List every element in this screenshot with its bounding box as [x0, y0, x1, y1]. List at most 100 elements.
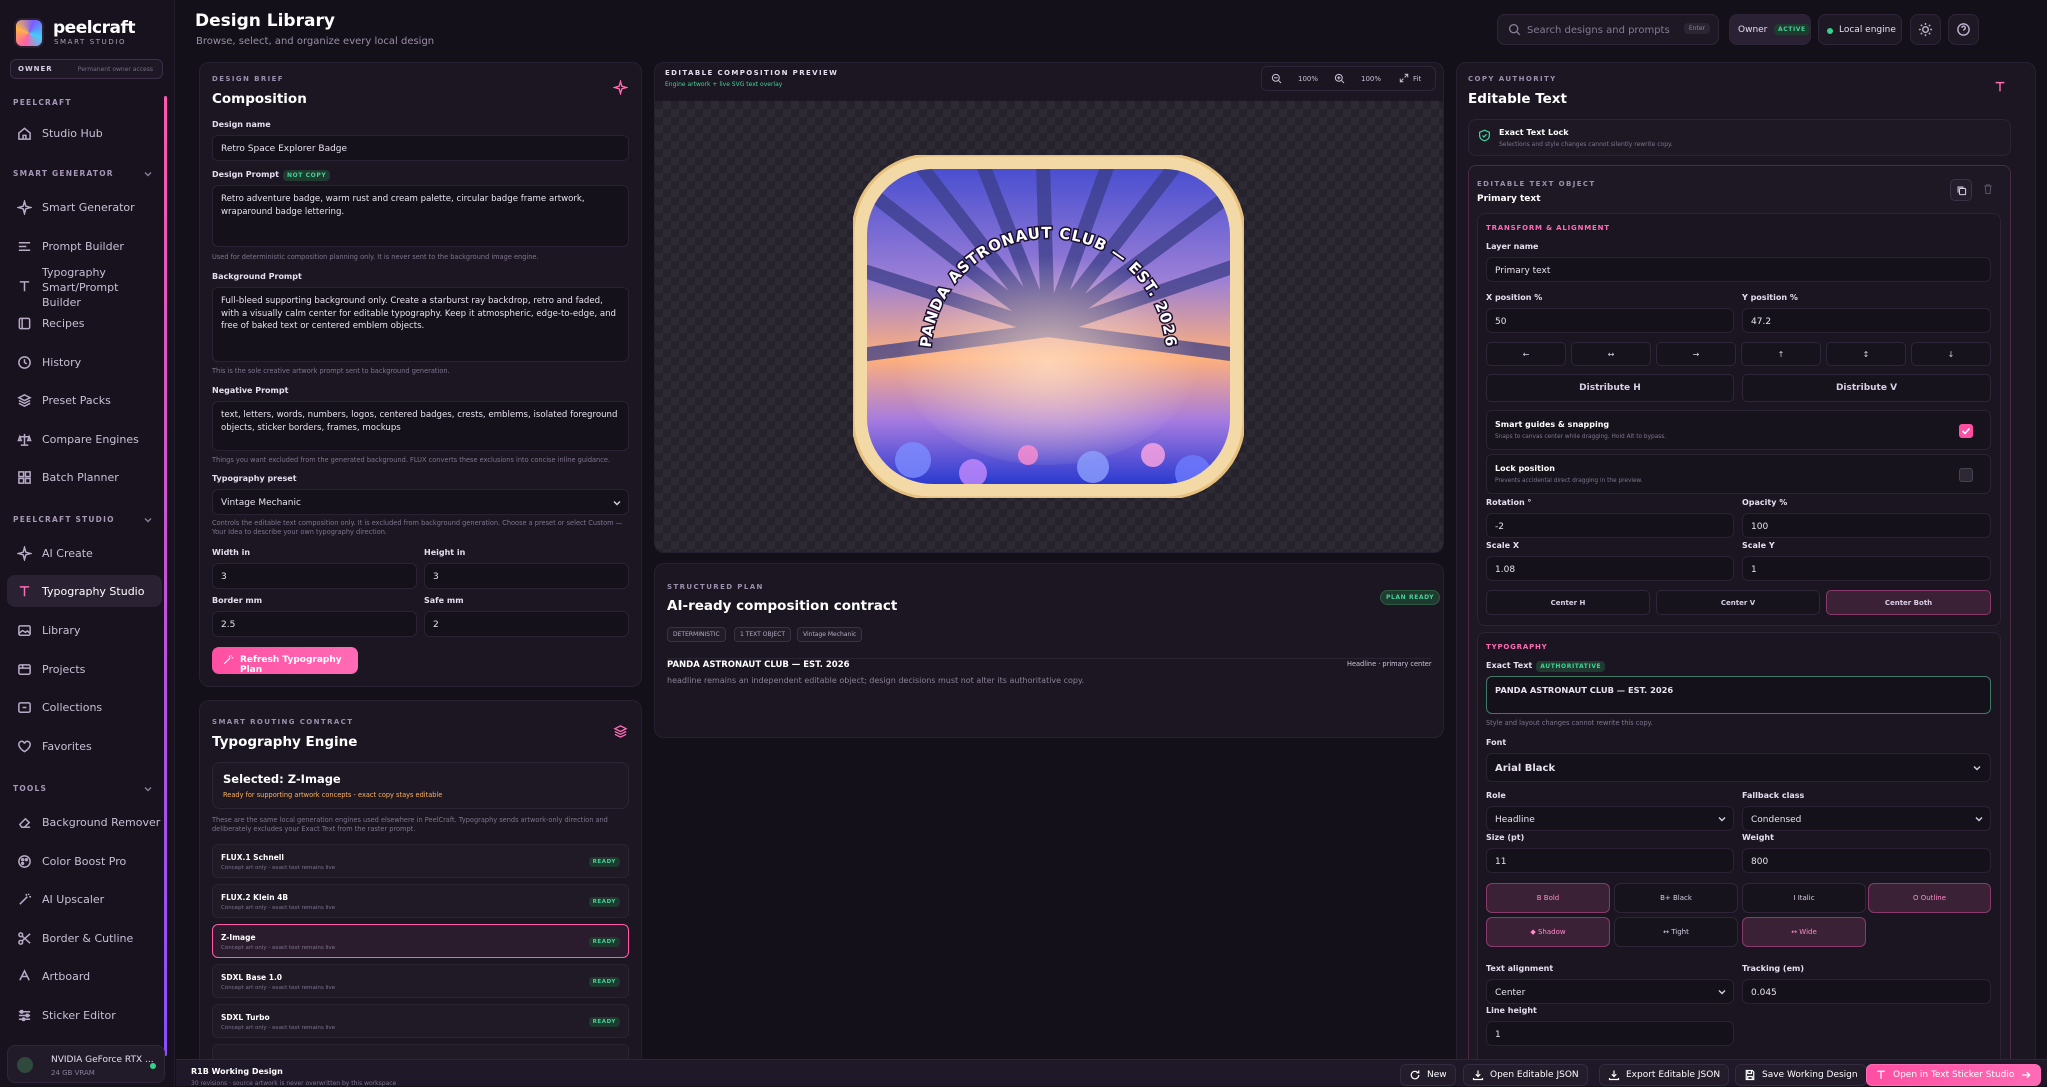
sidebar-item-color-boost-pro[interactable]: Color Boost Pro [7, 845, 162, 877]
sidebar-item-label: Typography Smart/Prompt Builder [42, 265, 119, 309]
align-right-button[interactable]: → [1656, 342, 1736, 366]
sidebar-item-compare-engines[interactable]: Compare Engines [7, 423, 162, 455]
sidebar-item-border-cutline[interactable]: Border & Cutline [7, 922, 162, 954]
safe-input[interactable]: 2 [424, 611, 629, 637]
align-bottom-button[interactable]: ↓ [1911, 342, 1991, 366]
text-alignment-select[interactable]: Center [1486, 979, 1734, 1004]
sidebar-item-typography-studio[interactable]: Typography Studio [7, 575, 162, 607]
size-input[interactable]: 11 [1486, 848, 1734, 873]
align-middle-v-button[interactable]: ↕ [1826, 342, 1906, 366]
sidebar-item-smart-generator[interactable]: Smart Generator [7, 191, 162, 223]
engine-row-flux-klein[interactable]: FLUX.2 Klein 4B Concept art only - exact … [212, 884, 629, 918]
sidebar-item-sticker-editor[interactable]: Sticker Editor [7, 999, 162, 1031]
opacity-input[interactable]: 100 [1742, 513, 1991, 538]
sidebar-item-batch-planner[interactable]: Batch Planner [7, 461, 162, 493]
shadow-button[interactable]: ◆ Shadow [1486, 917, 1610, 947]
center-both-button[interactable]: Center Both [1826, 590, 1991, 615]
scale-y-input[interactable]: 1 [1742, 556, 1991, 581]
refresh-button-label: Refresh Typography Plan [240, 655, 342, 675]
refresh-typography-plan-button[interactable]: Refresh Typography Plan [212, 647, 358, 675]
wide-button[interactable]: ↔ Wide [1742, 917, 1866, 947]
chevron-down-icon[interactable] [143, 169, 153, 179]
layer-name-input[interactable]: Primary text [1486, 257, 1991, 282]
owner-button[interactable]: Owner ACTIVE [1729, 14, 1811, 45]
negative-prompt-label: Negative Prompt [212, 386, 289, 395]
sidebar-item-artboard[interactable]: Artboard [7, 960, 162, 992]
export-editable-json-button[interactable]: Export Editable JSON [1599, 1064, 1730, 1086]
theme-toggle-button[interactable] [1910, 14, 1941, 45]
smart-guides-checkbox[interactable] [1959, 424, 1973, 438]
sidebar-item-recipes[interactable]: Recipes [7, 307, 162, 339]
new-button[interactable]: New [1400, 1064, 1456, 1086]
tight-button[interactable]: ↔ Tight [1614, 917, 1738, 947]
fallback-select[interactable]: Condensed [1742, 806, 1991, 831]
engine-row-flux-schnell[interactable]: FLUX.1 Schnell Concept art only - exact t… [212, 844, 629, 878]
chevron-down-icon[interactable] [143, 515, 153, 525]
scale-x-input[interactable]: 1.08 [1486, 556, 1734, 581]
y-position-input[interactable]: 47.2 [1742, 308, 1991, 333]
height-input[interactable]: 3 [424, 563, 629, 589]
sidebar-item-collections[interactable]: Collections [7, 691, 162, 723]
engine-row-sdxl-base[interactable]: SDXL Base 1.0 Concept art only - exact te… [212, 964, 629, 998]
sidebar-scrollbar[interactable] [164, 96, 167, 1056]
sidebar-item-label: Border & Cutline [42, 931, 134, 945]
top-header: Design Library Browse, select, and organ… [176, 0, 2047, 56]
distribute-h-button[interactable]: Distribute H [1486, 374, 1734, 402]
sidebar-item-library[interactable]: Library [7, 614, 162, 646]
bold-button[interactable]: B Bold [1486, 883, 1610, 913]
zoom-reset-button[interactable]: 100% [1361, 75, 1381, 83]
chevron-down-icon[interactable] [143, 784, 153, 794]
italic-button[interactable]: I Italic [1742, 883, 1866, 913]
sidebar-item-ai-create[interactable]: AI Create [7, 537, 162, 569]
open-editable-json-button[interactable]: Open Editable JSON [1463, 1064, 1588, 1086]
search-input[interactable]: Search designs and prompts Enter [1497, 14, 1719, 45]
sidebar-item-prompt-builder[interactable]: Prompt Builder [7, 230, 162, 262]
exact-text-textarea[interactable]: PANDA ASTRONAUT CLUB — EST. 2026 [1486, 676, 1991, 714]
badge-artwork[interactable]: PANDA ASTRONAUT CLUB — EST. 2026 [853, 155, 1244, 498]
rotation-input[interactable]: -2 [1486, 513, 1734, 538]
engine-row-z-image[interactable]: Z-Image Concept art only - exact text rem… [212, 924, 629, 958]
align-left-button[interactable]: ← [1486, 342, 1566, 366]
duplicate-button[interactable] [1950, 179, 1972, 201]
line-height-input[interactable]: 1 [1486, 1021, 1734, 1046]
distribute-v-button[interactable]: Distribute V [1742, 374, 1991, 402]
width-input[interactable]: 3 [212, 563, 417, 589]
save-working-design-button[interactable]: Save Working Design [1735, 1064, 1867, 1086]
zoom-in-icon[interactable] [1334, 73, 1345, 84]
trash-icon[interactable] [1982, 183, 1994, 195]
zoom-out-icon[interactable] [1271, 73, 1282, 84]
background-prompt-textarea[interactable]: Full-bleed supporting background only. C… [212, 287, 629, 362]
tracking-input[interactable]: 0.045 [1742, 979, 1991, 1004]
center-v-button[interactable]: Center V [1656, 590, 1820, 615]
sidebar-item-projects[interactable]: Projects [7, 653, 162, 685]
sidebar-item-typography-prompt-builder[interactable]: Typography Smart/Prompt Builder [7, 265, 162, 309]
align-top-button[interactable]: ↑ [1741, 342, 1821, 366]
line-height-label: Line height [1486, 1006, 1537, 1015]
sidebar-item-background-remover[interactable]: Background Remover [7, 806, 162, 838]
fit-button[interactable]: Fit [1413, 75, 1421, 83]
font-select[interactable]: Arial Black [1486, 753, 1991, 782]
help-button[interactable] [1948, 14, 1979, 45]
weight-input[interactable]: 800 [1742, 848, 1991, 873]
local-engine-button[interactable]: Local engine [1818, 14, 1902, 45]
x-position-input[interactable]: 50 [1486, 308, 1734, 333]
rotation-label: Rotation ° [1486, 498, 1532, 507]
engine-row-sdxl-turbo[interactable]: SDXL Turbo Concept art only - exact text … [212, 1004, 629, 1038]
black-button[interactable]: B+ Black [1614, 883, 1738, 913]
sidebar-item-favorites[interactable]: Favorites [7, 730, 162, 762]
open-in-text-sticker-studio-button[interactable]: Open in Text Sticker Studio [1866, 1064, 2042, 1086]
sidebar-item-history[interactable]: History [7, 346, 162, 378]
design-prompt-textarea[interactable]: Retro adventure badge, warm rust and cre… [212, 185, 629, 247]
typography-preset-select[interactable]: Vintage Mechanic [212, 489, 629, 515]
design-name-input[interactable]: Retro Space Explorer Badge [212, 135, 629, 161]
outline-button[interactable]: O Outline [1868, 883, 1991, 913]
negative-prompt-textarea[interactable]: text, letters, words, numbers, logos, ce… [212, 401, 629, 451]
role-select[interactable]: Headline [1486, 806, 1734, 831]
lock-position-checkbox[interactable] [1959, 468, 1973, 482]
sidebar-item-studio-hub[interactable]: Studio Hub [7, 117, 162, 149]
align-center-h-button[interactable]: ↔ [1571, 342, 1651, 366]
center-h-button[interactable]: Center H [1486, 590, 1650, 615]
border-input[interactable]: 2.5 [212, 611, 417, 637]
sidebar-item-ai-upscaler[interactable]: AI Upscaler [7, 883, 162, 915]
sidebar-item-preset-packs[interactable]: Preset Packs [7, 384, 162, 416]
